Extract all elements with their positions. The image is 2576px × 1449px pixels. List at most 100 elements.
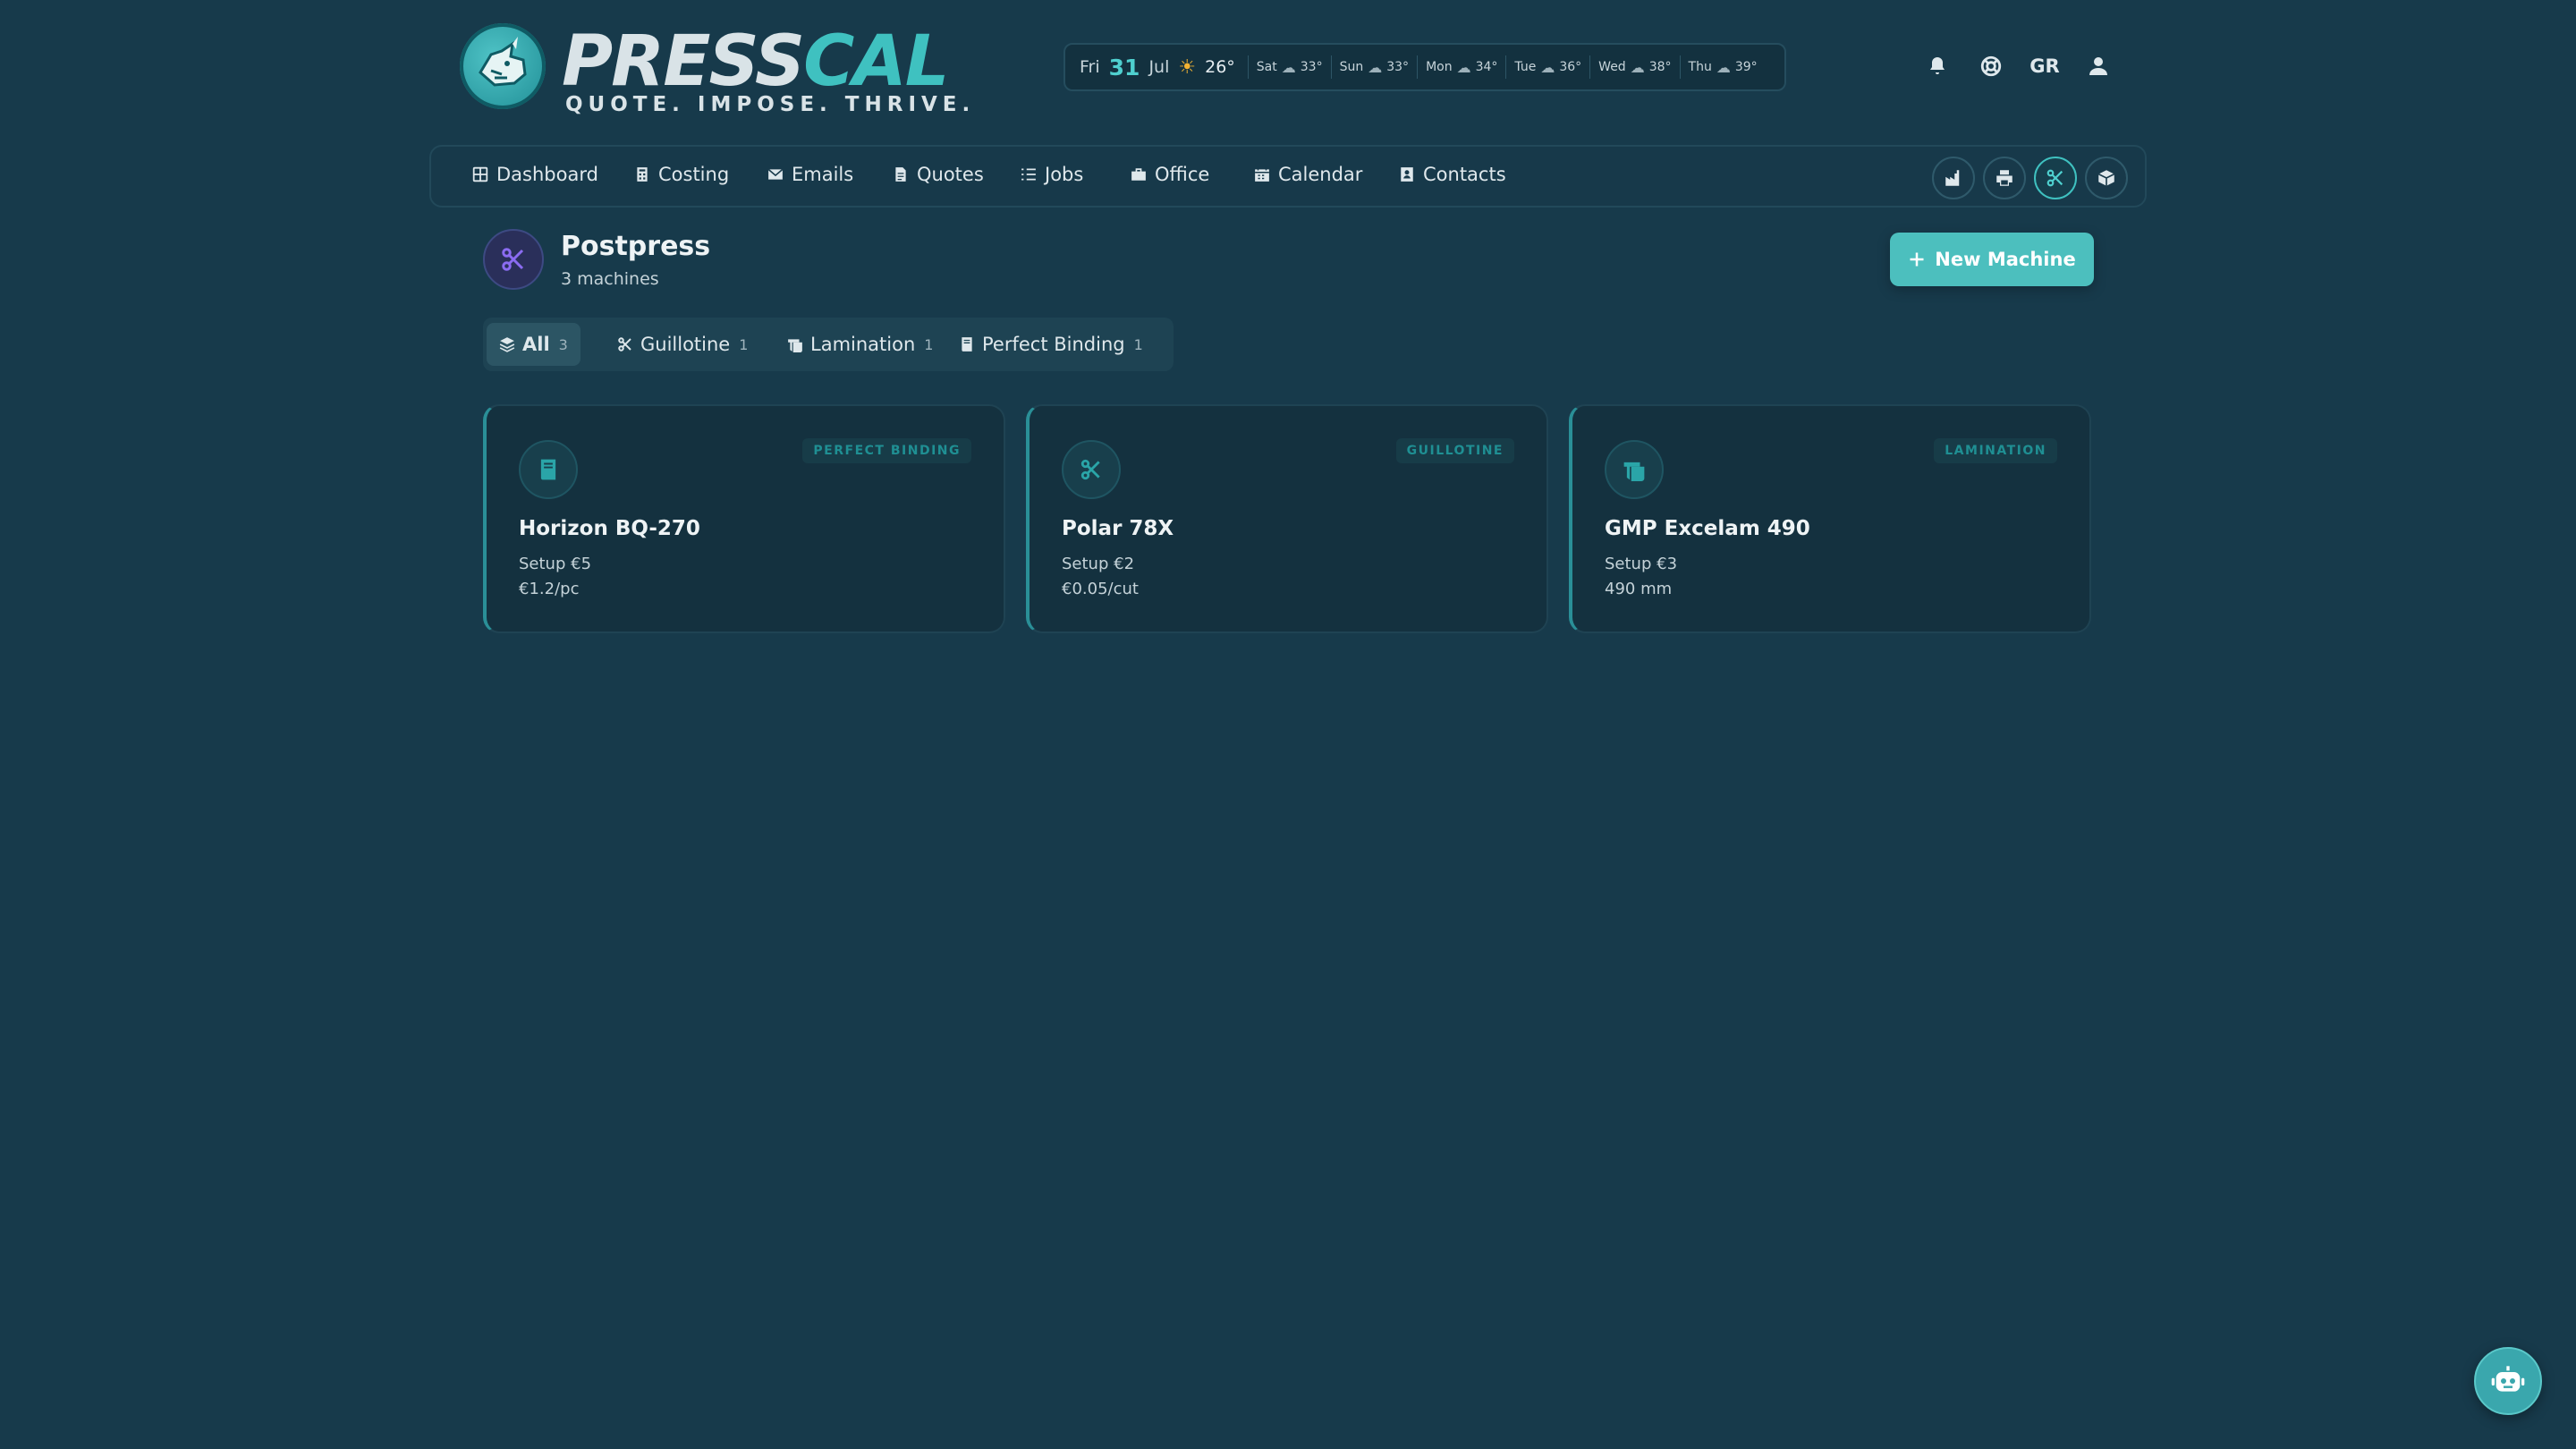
new-machine-label: New Machine [1935,249,2076,270]
forecast-day-label: Wed [1598,60,1626,74]
weather-today: Fri 31 Jul ☀ 26° [1080,55,1248,80]
factory-icon [1945,170,1960,186]
sun-icon: ☀ [1178,55,1197,79]
cloud-sun-icon: ☁ [1456,58,1471,76]
calculator-icon [637,167,648,182]
bell-icon[interactable] [1919,48,1955,84]
forecast-day-label: Mon [1426,60,1453,74]
filter-label: Guillotine [640,334,731,355]
app-logo[interactable]: PRESSCAL QUOTE. IMPOSE. THRIVE. [460,21,970,116]
filter-tab-all[interactable]: All 3 [487,323,580,366]
forecast-day-label: Thu [1688,60,1712,74]
briefcase-icon [1131,168,1146,181]
forecast-day-label: Sat [1256,60,1277,74]
nav-item-label: Calendar [1278,164,1363,185]
factory-tool-button[interactable] [1932,157,1975,199]
nav-item-dashboard[interactable]: Dashboard [472,164,598,185]
machine-name: Horizon BQ-270 [519,517,700,540]
forecast-day-label: Tue [1514,60,1537,74]
weather-today-day: Fri [1080,57,1100,77]
filter-tab-lamination[interactable]: Lamination 1 [775,323,945,366]
forecast-day: Thu ☁ 39° [1679,55,1766,79]
machine-card[interactable]: GUILLOTINE Polar 78X Setup €2 €0.05/cut [1026,404,1548,633]
brand-name-part-1: PRESS [562,21,805,102]
packaging-tool-button[interactable] [2085,157,2128,199]
box-icon [2097,170,2115,186]
brand-name-part-2: CAL [803,21,949,102]
plus-icon [1910,252,1924,267]
filter-label: Lamination [810,334,916,355]
weather-widget[interactable]: Fri 31 Jul ☀ 26° Sat ☁ 33° Sun ☁ 33° Mon… [1063,43,1786,91]
forecast-temp: 33° [1386,60,1410,74]
machine-spec: 490 mm [1605,580,1673,598]
nav-item-office[interactable]: Office [1131,164,1209,185]
filter-count: 1 [739,335,749,353]
nav-item-label: Jobs [1045,164,1084,185]
cloud-sun-icon: ☁ [1716,58,1731,76]
cloud-sun-icon: ☁ [1368,58,1383,76]
machine-setup-cost: Setup €5 [519,555,592,573]
nav-item-label: Dashboard [496,164,598,185]
machine-name: GMP Excelam 490 [1605,517,1810,540]
machine-card[interactable]: PERFECT BINDING Horizon BQ-270 Setup €5 … [483,404,1005,633]
machine-setup-cost: Setup €2 [1062,555,1135,573]
forecast-day: Sun ☁ 33° [1330,55,1417,79]
forecast-day: Tue ☁ 36° [1505,55,1589,79]
robot-icon [2491,1366,2525,1392]
forecast-temp: 36° [1559,60,1582,74]
machine-count: 3 machines [561,269,659,289]
forecast-temp: 33° [1300,60,1323,74]
nav-item-emails[interactable]: Emails [767,164,853,185]
nav-item-quotes[interactable]: Quotes [893,164,984,185]
nav-item-label: Office [1155,164,1210,185]
layers-icon [499,337,515,352]
scissors-icon [618,337,631,352]
forecast-day: Sat ☁ 33° [1247,55,1331,79]
brand-tagline: QUOTE. IMPOSE. THRIVE. [565,93,976,116]
new-machine-button[interactable]: New Machine [1890,233,2094,286]
page-title: Postpress [561,231,711,262]
forecast-temp: 39° [1734,60,1758,74]
forecast-day-label: Sun [1339,60,1364,74]
document-icon [895,167,906,182]
nav-item-costing[interactable]: Costing [634,164,729,185]
address-book-icon [1401,167,1413,182]
filter-tab-guillotine[interactable]: Guillotine 1 [605,323,760,366]
printer-tool-button[interactable] [1983,157,2026,199]
printer-icon [1996,170,2012,186]
nav-item-label: Costing [658,164,730,185]
machine-card[interactable]: LAMINATION GMP Excelam 490 Setup €3 490 … [1569,404,2091,633]
language-switcher[interactable]: GR [2029,48,2061,84]
forecast-day: Wed ☁ 38° [1589,55,1679,79]
nav-item-calendar[interactable]: Calendar [1254,164,1362,185]
filter-label: Perfect Binding [982,334,1125,355]
cloud-sun-icon: ☁ [1630,58,1645,76]
nav-item-label: Emails [792,164,854,185]
machine-type-badge: PERFECT BINDING [802,438,971,463]
machine-rate: €1.2/pc [519,580,580,598]
list-icon [1021,168,1036,181]
filter-tab-perfect-binding[interactable]: Perfect Binding 1 [946,323,1156,366]
weather-today-month: Jul [1148,57,1170,77]
scroll-icon [1605,440,1664,499]
machine-type-badge: GUILLOTINE [1395,438,1514,463]
machine-setup-cost: Setup €3 [1605,555,1678,573]
machine-type-badge: LAMINATION [1934,438,2057,463]
nav-item-label: Quotes [917,164,984,185]
main-nav: Dashboard Costing Emails Quotes Jobs Off… [429,145,2147,208]
filter-count: 1 [924,335,934,353]
scissors-icon [2046,169,2063,187]
book-icon [519,440,578,499]
forecast-temp: 38° [1648,60,1672,74]
scissors-icon [1062,440,1121,499]
weather-today-date: 31 [1108,54,1140,80]
postpress-tool-button[interactable] [2034,157,2077,199]
nav-item-jobs[interactable]: Jobs [1021,164,1083,185]
lifebuoy-icon[interactable] [1973,48,2009,84]
nav-item-contacts[interactable]: Contacts [1399,164,1506,185]
cloud-sun-icon: ☁ [1281,58,1296,76]
user-icon[interactable] [2080,48,2116,84]
envelope-icon [767,168,784,180]
machine-rate: €0.05/cut [1062,580,1139,598]
assistant-button[interactable] [2474,1347,2542,1415]
